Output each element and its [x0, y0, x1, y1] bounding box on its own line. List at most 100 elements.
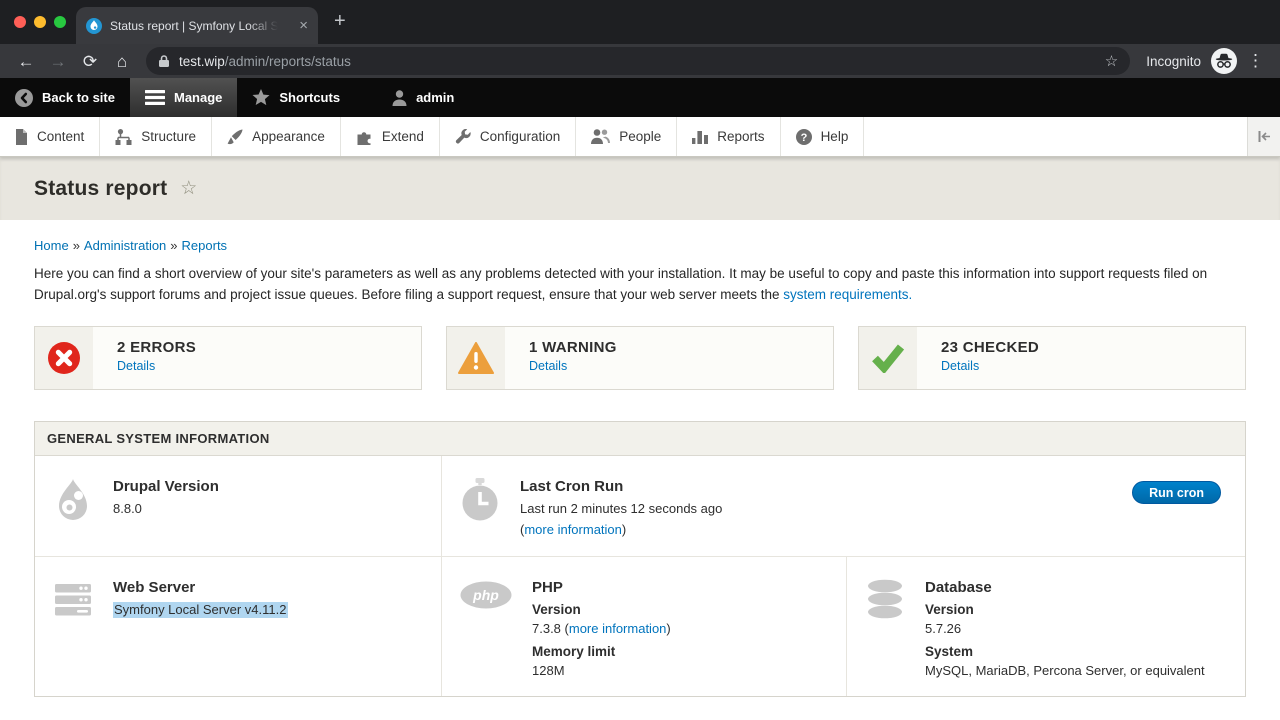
forward-icon[interactable]: →: [42, 53, 74, 70]
paren: ): [622, 522, 626, 537]
clock-icon: [460, 478, 500, 556]
warning-details-link[interactable]: Details: [529, 359, 567, 373]
manage-button[interactable]: Manage: [130, 78, 237, 117]
lock-icon[interactable]: [158, 54, 170, 68]
star-icon: [252, 89, 270, 106]
browser-menu-icon[interactable]: ⋮: [1247, 51, 1264, 71]
intro-paragraph: Here you can find a short overview of yo…: [34, 263, 1246, 305]
breadcrumb-separator: »: [73, 238, 80, 253]
errors-card: 2 ERRORS Details: [34, 326, 422, 390]
user-menu-button[interactable]: admin: [377, 78, 469, 117]
menu-item-extend[interactable]: Extend: [341, 117, 440, 156]
back-to-site-label: Back to site: [42, 90, 115, 105]
maximize-window-button[interactable]: [54, 16, 66, 28]
collapse-left-icon: [1258, 130, 1271, 143]
general-system-information-panel: GENERAL SYSTEM INFORMATION Drupal Versio…: [34, 421, 1246, 697]
url-domain: test.wip: [179, 54, 225, 69]
browser-tab[interactable]: Status report | Symfony Local Se ×: [76, 7, 318, 44]
new-tab-button[interactable]: +: [334, 10, 346, 33]
selected-text: Symfony Local Server v4.11.2: [113, 602, 288, 618]
error-icon-cell: [35, 327, 93, 389]
username-label: admin: [416, 90, 454, 105]
back-to-site-button[interactable]: Back to site: [0, 78, 130, 117]
main-content: Home » Administration » Reports Here you can…: [0, 238, 1280, 697]
address-bar[interactable]: test.wip /admin/reports/status ☆: [146, 47, 1130, 75]
system-info-row-1: Drupal Version 8.8.0 Last Cron Run Last …: [35, 456, 1245, 557]
last-cron-run-title: Last Cron Run: [520, 478, 722, 495]
last-cron-run-cell: Last Cron Run Last run 2 minutes 12 seco…: [441, 456, 1245, 556]
menu-item-people[interactable]: People: [576, 117, 677, 156]
drupal-logo-icon: [53, 478, 93, 556]
incognito-icon: [1211, 48, 1237, 74]
breadcrumb-reports-link[interactable]: Reports: [182, 238, 228, 253]
panel-heading: GENERAL SYSTEM INFORMATION: [35, 422, 1245, 456]
checked-count-label: 23 CHECKED: [941, 339, 1039, 356]
system-requirements-link[interactable]: system requirements.: [783, 287, 912, 302]
breadcrumb-home-link[interactable]: Home: [34, 238, 69, 253]
error-icon: [47, 341, 81, 375]
close-window-button[interactable]: [14, 16, 26, 28]
people-icon: [591, 129, 610, 144]
run-cron-button[interactable]: Run cron: [1132, 481, 1221, 504]
system-info-row-2: Web Server Symfony Local Server v4.11.2 …: [35, 557, 1245, 696]
menu-collapse-button[interactable]: [1247, 117, 1280, 156]
drupal-version-cell: Drupal Version 8.8.0: [35, 456, 441, 556]
shortcuts-button[interactable]: Shortcuts: [237, 78, 355, 117]
menu-item-reports[interactable]: Reports: [677, 117, 780, 156]
minimize-window-button[interactable]: [34, 16, 46, 28]
php-version-label: Version: [532, 600, 671, 619]
drupal-version-title: Drupal Version: [113, 478, 219, 495]
breadcrumb-separator: »: [170, 238, 177, 253]
web-server-value: Symfony Local Server v4.11.2: [113, 601, 288, 619]
menu-item-configuration[interactable]: Configuration: [440, 117, 576, 156]
menu-label: Configuration: [480, 129, 560, 144]
admin-toolbar: Back to site Manage Shortcuts admin: [0, 78, 1280, 117]
warning-icon-cell: [447, 327, 505, 389]
php-title: PHP: [532, 579, 671, 596]
cron-more-information-link[interactable]: more information: [524, 522, 622, 537]
menu-item-content[interactable]: Content: [0, 117, 100, 156]
php-version-value: 7.3.8 (more information): [532, 619, 671, 638]
database-title: Database: [925, 579, 1205, 596]
window-controls: [14, 16, 66, 28]
user-icon: [392, 90, 407, 106]
bookmark-star-icon[interactable]: ☆: [1105, 52, 1118, 70]
menu-item-structure[interactable]: Structure: [100, 117, 212, 156]
svg-text:php: php: [472, 587, 499, 603]
close-tab-icon[interactable]: ×: [299, 18, 308, 33]
bar-chart-icon: [692, 129, 708, 144]
database-system-label: System: [925, 642, 1205, 661]
page-title: Status report: [34, 177, 167, 201]
php-more-information-link[interactable]: more information: [569, 621, 667, 636]
web-server-title: Web Server: [113, 579, 288, 596]
reload-icon[interactable]: ⟳: [74, 53, 106, 70]
incognito-label: Incognito: [1146, 54, 1201, 69]
database-icon: [865, 579, 905, 696]
tab-title: Status report | Symfony Local Se: [110, 19, 278, 33]
shortcuts-label: Shortcuts: [279, 90, 340, 105]
web-server-cell: Web Server Symfony Local Server v4.11.2: [35, 557, 441, 696]
menu-label: Reports: [717, 129, 764, 144]
breadcrumb: Home » Administration » Reports: [34, 238, 1246, 253]
database-system-value: MySQL, MariaDB, Percona Server, or equiv…: [925, 661, 1205, 680]
back-icon[interactable]: ←: [10, 53, 42, 70]
favorite-star-icon[interactable]: ☆: [180, 177, 197, 200]
document-icon: [15, 129, 28, 145]
errors-count-label: 2 ERRORS: [117, 339, 196, 356]
menu-label: Help: [821, 129, 849, 144]
checked-details-link[interactable]: Details: [941, 359, 979, 373]
breadcrumb-administration-link[interactable]: Administration: [84, 238, 166, 253]
paintbrush-icon: [227, 129, 243, 145]
svg-text:?: ?: [800, 132, 807, 144]
menu-item-appearance[interactable]: Appearance: [212, 117, 341, 156]
menu-label: Extend: [382, 129, 424, 144]
hamburger-icon: [145, 90, 165, 105]
menu-item-help[interactable]: ? Help: [781, 117, 865, 156]
php-version-number: 7.3.8 (: [532, 621, 569, 636]
errors-details-link[interactable]: Details: [117, 359, 155, 373]
browser-tab-strip: Status report | Symfony Local Se × +: [0, 0, 1280, 44]
menu-label: Structure: [141, 129, 196, 144]
home-icon[interactable]: ⌂: [106, 53, 138, 70]
menu-label: People: [619, 129, 661, 144]
warning-icon: [458, 342, 494, 374]
